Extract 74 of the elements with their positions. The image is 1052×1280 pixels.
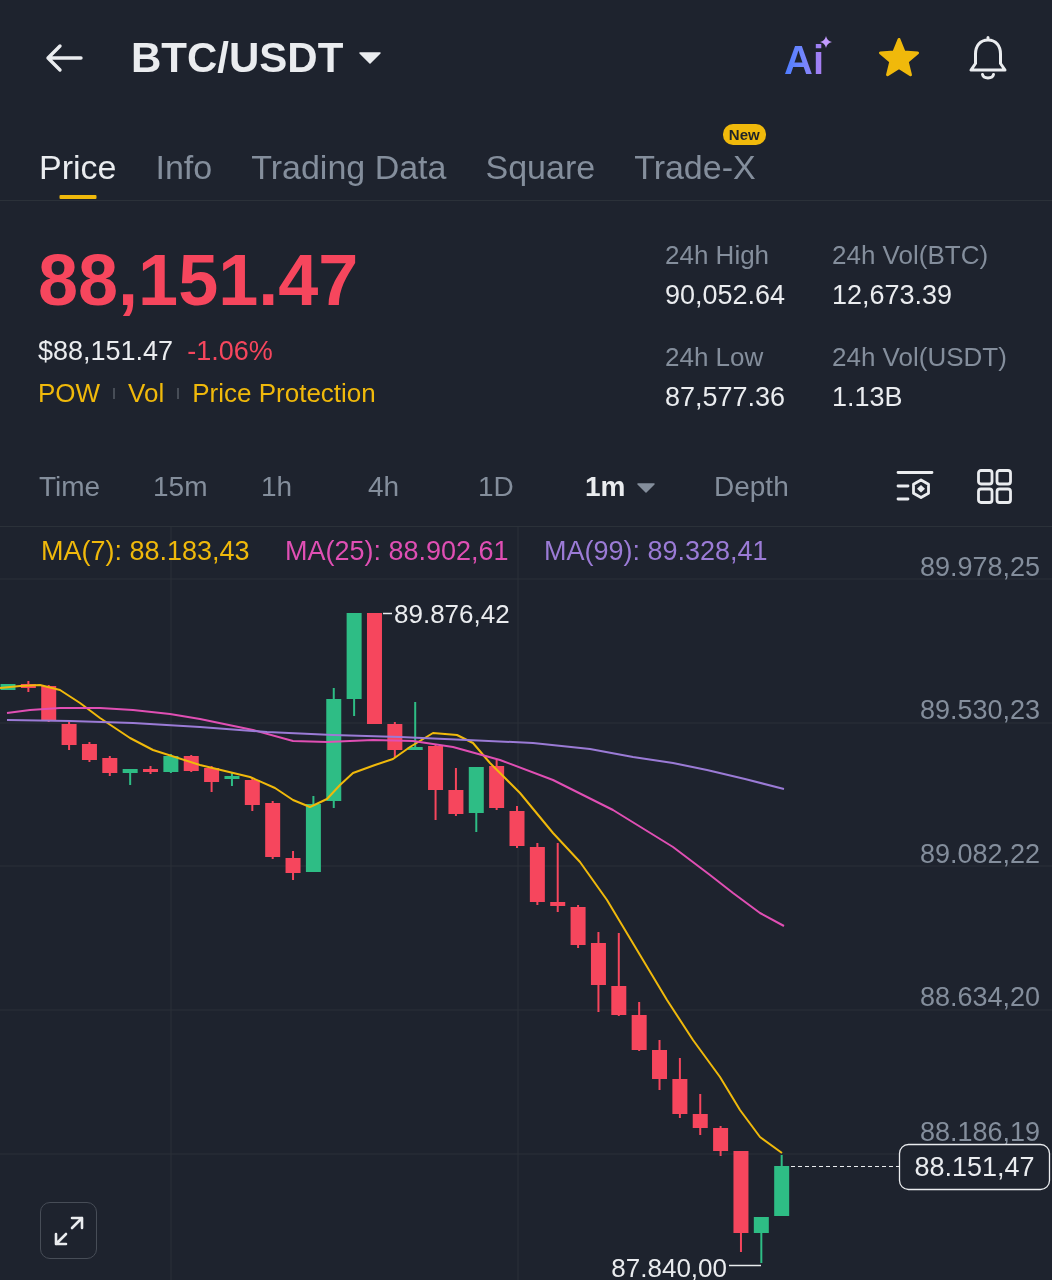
candlestick <box>20 680 36 693</box>
pair-title[interactable]: BTC/USDT <box>131 36 344 79</box>
candlestick <box>122 768 138 786</box>
stat-label: 24h High <box>665 239 771 272</box>
stat-label: 24h Vol(BTC) <box>832 239 990 272</box>
candlestick <box>489 759 505 811</box>
candlestick <box>774 1154 790 1217</box>
candlestick <box>163 753 179 774</box>
stat-label: 24h Vol(USDT) <box>832 341 1007 374</box>
usd-price: $88,151.47 <box>38 335 174 368</box>
leader-line <box>728 1264 762 1267</box>
expand-button[interactable] <box>40 1202 97 1259</box>
candlestick <box>570 904 586 949</box>
candlestick <box>672 1057 688 1119</box>
indicator-legend: MA(25): 88.902,61 <box>285 536 509 566</box>
candlestick <box>0 683 16 691</box>
candlestick <box>407 701 423 751</box>
axis-label: 89.978,25 <box>919 552 1040 582</box>
price-change: -1.06% <box>187 335 273 368</box>
interval-tab[interactable]: 1h <box>261 466 293 507</box>
candlestick <box>713 1125 729 1157</box>
stat-label: 24h Low <box>665 341 765 374</box>
tag-link[interactable]: POW <box>38 375 101 411</box>
tab[interactable]: Trading Data <box>251 115 447 200</box>
stat-value: 1.13B <box>832 381 904 414</box>
new-badge: New <box>722 124 766 145</box>
stat-value: 12,673.39 <box>832 279 954 312</box>
candlestick <box>468 766 484 833</box>
tag-link[interactable]: Vol <box>128 375 165 411</box>
candlestick <box>387 721 403 759</box>
axis-label: 88.634,20 <box>919 982 1040 1012</box>
last-price-tag: 88.151,47 <box>898 1143 1051 1191</box>
candlestick <box>285 850 301 881</box>
tab[interactable]: Square <box>485 115 596 200</box>
caret-down-icon[interactable] <box>359 51 382 64</box>
candlestick <box>244 777 260 812</box>
low-price-label: 87.840,00 <box>611 1253 727 1280</box>
stat-value: 90,052.64 <box>665 279 787 312</box>
candlestick <box>204 765 220 793</box>
tab[interactable]: Price <box>39 115 117 200</box>
last-price: 88,151.47 <box>38 240 360 320</box>
candlestick <box>631 1001 647 1052</box>
interval-tab[interactable]: 1m <box>585 466 656 507</box>
interval-tab[interactable]: Time <box>39 466 101 507</box>
axis-label: 89.082,22 <box>919 839 1040 869</box>
interval-tab[interactable]: 4h <box>368 466 400 507</box>
candlestick <box>529 842 545 906</box>
back-arrow-icon[interactable] <box>45 42 83 73</box>
interval-tab[interactable]: 1D <box>478 466 514 507</box>
candlestick <box>509 805 525 849</box>
sparkle-icon <box>820 35 832 48</box>
candlestick <box>448 767 464 817</box>
candlestick <box>61 721 77 751</box>
stat-value: 87,577.36 <box>665 381 787 414</box>
tag-link[interactable]: Price Protection <box>192 375 376 411</box>
candlestick <box>692 1093 708 1136</box>
interval-tab[interactable]: Depth <box>714 466 789 507</box>
candlestick <box>652 1039 667 1091</box>
interval-tab[interactable]: 15m <box>153 466 208 507</box>
tab[interactable]: Info <box>155 115 213 200</box>
candlestick <box>753 1216 769 1264</box>
indicator-legend: MA(7): 88.183,43 <box>41 536 250 566</box>
candlestick <box>81 741 97 763</box>
indicator-legend: MA(99): 89.328,41 <box>544 536 768 566</box>
candlestick <box>550 842 566 913</box>
leader-line <box>382 612 393 615</box>
high-price-label: 89.876,42 <box>394 599 510 629</box>
candlestick <box>102 755 118 777</box>
candlestick <box>143 765 158 775</box>
candlestick <box>265 800 281 860</box>
axis-label: 89.530,23 <box>919 695 1040 725</box>
candlestick <box>224 771 240 787</box>
grid-icon[interactable] <box>977 469 1012 504</box>
expand-arrows-icon <box>52 1214 85 1247</box>
